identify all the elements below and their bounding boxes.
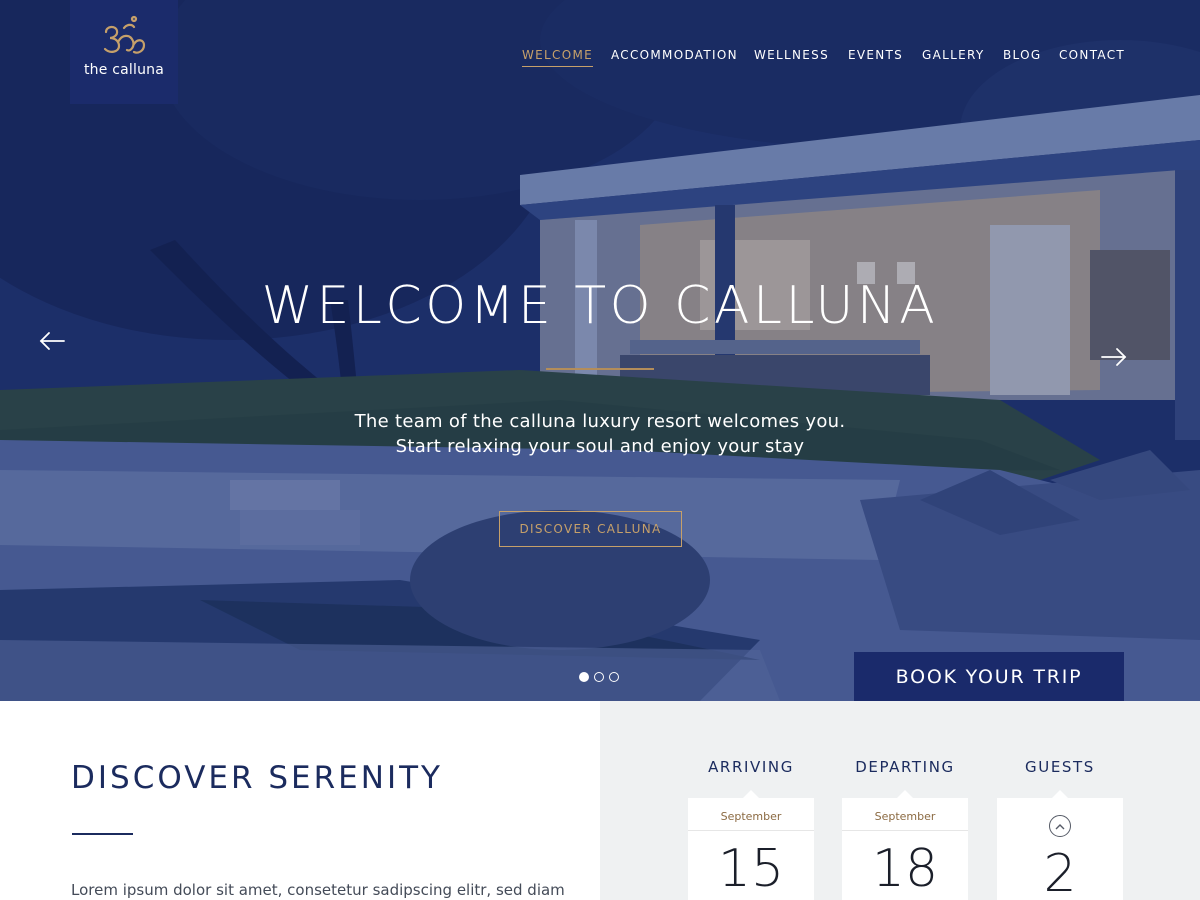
arriving-column: ARRIVING September 15 — [688, 758, 814, 900]
arriving-date-picker[interactable]: September 15 — [688, 790, 814, 900]
departing-date-picker[interactable]: September 18 — [842, 790, 968, 900]
hero-title: WELCOME TO CALLUNA — [261, 276, 939, 336]
arrow-right-icon[interactable] — [1100, 346, 1128, 368]
slider-dot-2[interactable] — [594, 672, 604, 682]
arriving-day: 15 — [717, 839, 785, 899]
hero-divider — [546, 368, 654, 370]
chevron-up-icon[interactable] — [1049, 815, 1071, 837]
discover-body-text: Lorem ipsum dolor sit amet, consetetur s… — [71, 881, 565, 899]
departing-column: DEPARTING September 18 — [842, 758, 968, 900]
guests-count: 2 — [1043, 844, 1077, 900]
hero-subtitle-line-2: Start relaxing your soul and enjoy your … — [395, 436, 805, 457]
slider-dot-3[interactable] — [609, 672, 619, 682]
departing-day: 18 — [871, 839, 939, 899]
guests-picker: 2 — [997, 790, 1123, 900]
hero-color-overlay — [0, 0, 1200, 701]
discover-calluna-button[interactable]: DISCOVER CALLUNA — [499, 511, 682, 547]
main-navigation: WELCOME ACCOMMODATION WELLNESS EVENTS GA… — [0, 48, 1200, 72]
discover-section — [0, 701, 600, 900]
slider-dot-1[interactable] — [579, 672, 589, 682]
arrow-left-icon[interactable] — [38, 330, 66, 352]
discover-divider — [72, 833, 133, 835]
departing-month: September — [842, 798, 968, 831]
discover-serenity-heading: DISCOVER SERENITY — [71, 760, 443, 796]
nav-item-contact[interactable]: CONTACT — [1059, 48, 1125, 62]
guests-label: GUESTS — [1025, 758, 1095, 776]
arriving-month: September — [688, 798, 814, 831]
nav-item-wellness[interactable]: WELLNESS — [754, 48, 829, 62]
hero-slider: the calluna WELCOME ACCOMMODATION WELLNE… — [0, 0, 1200, 701]
nav-item-blog[interactable]: BLOG — [1003, 48, 1041, 62]
hero-subtitle-line-1: The team of the calluna luxury resort we… — [354, 411, 846, 432]
nav-item-gallery[interactable]: GALLERY — [922, 48, 984, 62]
slider-pagination — [579, 672, 619, 682]
nav-item-events[interactable]: EVENTS — [848, 48, 903, 62]
guests-column: GUESTS 2 — [997, 758, 1123, 900]
nav-item-accommodation[interactable]: ACCOMMODATION — [611, 48, 738, 62]
nav-item-welcome[interactable]: WELCOME — [522, 48, 593, 67]
departing-label: DEPARTING — [855, 758, 955, 776]
book-your-trip-button[interactable]: BOOK YOUR TRIP — [854, 652, 1124, 701]
arriving-label: ARRIVING — [708, 758, 794, 776]
